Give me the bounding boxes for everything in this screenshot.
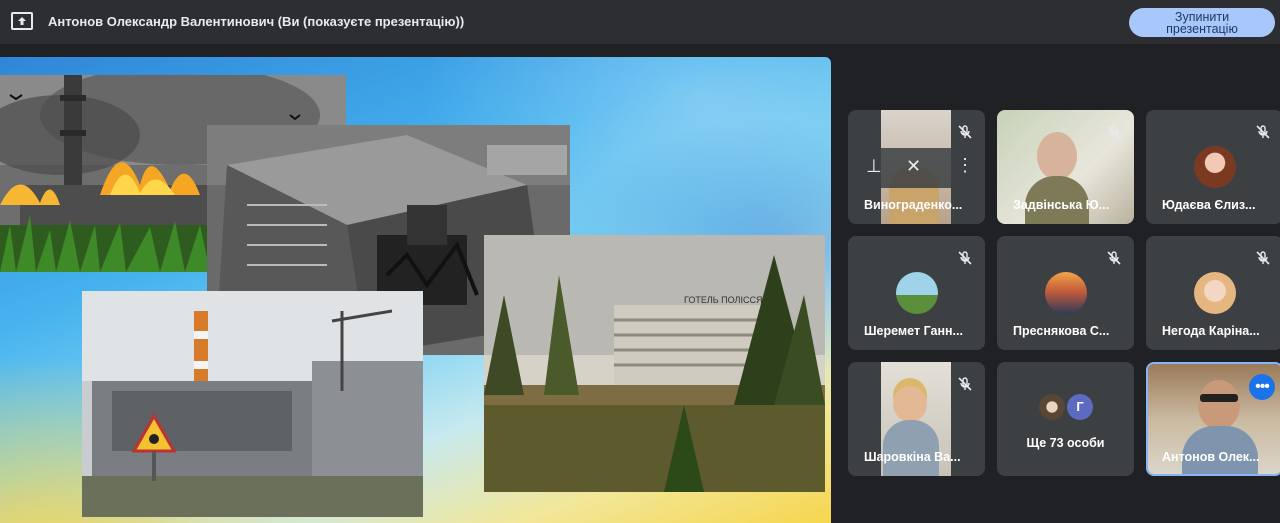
hotel-sign: ГОТЕЛЬ ПОЛІССЯ xyxy=(684,295,762,305)
pin-icon[interactable]: ⊥ xyxy=(866,156,882,177)
mic-muted-icon xyxy=(1256,125,1270,139)
sarcophagus-radiation-sign-photo xyxy=(82,291,423,517)
participant-tile[interactable]: Негода Каріна... xyxy=(1146,236,1280,350)
more-participants-count: Ще 73 особи xyxy=(1026,436,1105,450)
participant-name: Винограденко... xyxy=(864,198,963,212)
avatar xyxy=(1039,394,1065,420)
mic-muted-icon xyxy=(1107,251,1121,265)
avatar xyxy=(1193,146,1236,188)
participant-name: Шеремет Ганн... xyxy=(864,324,963,338)
participant-tile[interactable]: Преснякова С... xyxy=(997,236,1134,350)
stop-presenting-button[interactable]: Зупинити презентацію xyxy=(1129,8,1275,37)
participant-name: Задвінська Ю... xyxy=(1013,198,1110,212)
more-participants-tile[interactable]: Г Ще 73 особи xyxy=(997,362,1134,476)
mic-muted-icon xyxy=(1256,251,1270,265)
avatar xyxy=(1193,272,1236,314)
participant-tile[interactable]: Юдаєва Єлиз... xyxy=(1146,110,1280,224)
more-options-button[interactable]: ••• xyxy=(1249,374,1275,400)
participant-tile[interactable]: Шаровкіна Ва... xyxy=(848,362,985,476)
avatar xyxy=(1044,272,1087,314)
present-to-all-icon xyxy=(11,12,33,30)
mic-muted-icon xyxy=(958,125,972,139)
participant-tile[interactable]: Задвінська Ю... xyxy=(997,110,1134,224)
avatar: Г xyxy=(1067,394,1093,420)
participant-name: Антонов Олек... xyxy=(1162,450,1260,464)
participant-name: Негода Каріна... xyxy=(1162,324,1260,338)
presentation-bar: Антонов Олександр Валентинович (Ви (пока… xyxy=(0,0,1280,44)
extra-avatars: Г xyxy=(1039,394,1093,420)
participant-name: Преснякова С... xyxy=(1013,324,1110,338)
mic-muted-icon xyxy=(958,251,972,265)
tile-hover-controls[interactable]: ⊥ ✕ ⋮ xyxy=(854,148,980,188)
self-participant-tile[interactable]: ••• Антонов Олек... xyxy=(1146,362,1280,476)
pripyat-hotel-photo: ГОТЕЛЬ ПОЛІССЯ xyxy=(484,235,825,492)
mic-muted-icon xyxy=(1107,125,1121,139)
presenter-title: Антонов Олександр Валентинович (Ви (пока… xyxy=(48,14,465,29)
shared-slide: ГОТЕЛЬ ПОЛІССЯ xyxy=(0,57,831,523)
more-options-icon[interactable]: ⋮ xyxy=(956,155,974,176)
mic-muted-icon xyxy=(958,377,972,391)
participant-name: Юдаєва Єлиз... xyxy=(1162,198,1256,212)
more-options-icon: ••• xyxy=(1255,378,1270,395)
participant-tile[interactable]: ⊥ ✕ ⋮ Винограденко... xyxy=(848,110,985,224)
avatar xyxy=(895,272,938,314)
participant-name: Шаровкіна Ва... xyxy=(864,450,961,464)
participant-tile[interactable]: Шеремет Ганн... xyxy=(848,236,985,350)
mic-off-icon[interactable]: ✕ xyxy=(906,156,921,177)
